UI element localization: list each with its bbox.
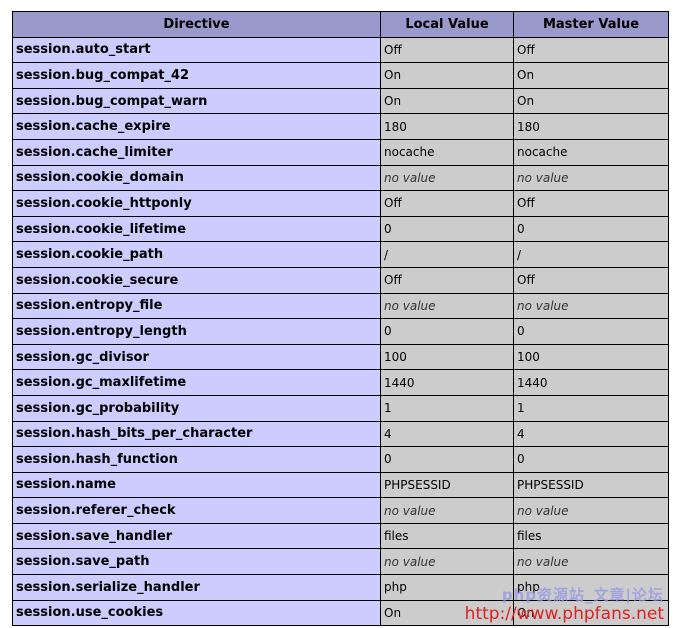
directive-name-cell: session.gc_probability	[12, 394, 381, 422]
phpinfo-session-section: Directive Local Value Master Value sessi…	[12, 11, 669, 627]
local-value-cell: 180	[380, 113, 514, 140]
table-row: session.cookie_lifetime 0 0	[12, 215, 669, 243]
table-row: session.cache_limiter nocache nocache	[12, 138, 669, 166]
local-value-cell: no value	[380, 548, 514, 576]
local-value-cell: On	[380, 87, 514, 115]
directive-name-cell: session.auto_start	[12, 36, 381, 64]
table-row: session.entropy_length 0 0	[12, 318, 669, 345]
master-value-cell: no value	[513, 548, 669, 576]
table-row: session.hash_bits_per_character 4 4	[12, 420, 669, 448]
local-value-cell: Off	[380, 266, 514, 294]
master-value-cell: On	[513, 87, 669, 115]
master-value-cell: 180	[513, 113, 669, 140]
master-value-cell: 1	[513, 394, 669, 422]
master-value-cell: 0	[513, 446, 669, 473]
local-value-cell: 0	[380, 215, 514, 243]
directive-name-cell: session.cookie_lifetime	[12, 215, 381, 243]
table-row: session.bug_compat_warn On On	[12, 87, 669, 115]
directive-name-cell: session.referer_check	[12, 497, 381, 524]
directive-name-cell: session.cache_expire	[12, 113, 381, 140]
directive-name-cell: session.hash_bits_per_character	[12, 420, 381, 448]
local-value-cell: Off	[380, 190, 514, 217]
header-directive: Directive	[12, 11, 381, 38]
table-row: session.save_handler files files	[12, 522, 669, 550]
table-row: session.serialize_handler php php	[12, 574, 669, 601]
directive-name-cell: session.cookie_httponly	[12, 190, 381, 217]
master-value-cell: 0	[513, 215, 669, 243]
table-row: session.auto_start Off Off	[12, 36, 669, 64]
table-row: session.name PHPSESSID PHPSESSID	[12, 471, 669, 499]
directive-name-cell: session.name	[12, 471, 381, 499]
master-value-cell: PHPSESSID	[513, 471, 669, 499]
master-value-cell: On	[513, 62, 669, 89]
table-row: session.cookie_path / /	[12, 241, 669, 268]
table-row: session.entropy_file no value no value	[12, 292, 669, 320]
directive-name-cell: session.cache_limiter	[12, 138, 381, 166]
directive-name-cell: session.save_handler	[12, 522, 381, 550]
table-row: session.cookie_secure Off Off	[12, 266, 669, 294]
directive-name-cell: session.cookie_path	[12, 241, 381, 268]
master-value-cell: On	[513, 599, 669, 627]
directive-name-cell: session.save_path	[12, 548, 381, 576]
local-value-cell: no value	[380, 164, 514, 192]
local-value-cell: no value	[380, 292, 514, 320]
table-body: session.auto_start Off Off session.bug_comp…	[12, 36, 669, 627]
table-row: session.cookie_httponly Off Off	[12, 190, 669, 217]
table-row: session.gc_probability 1 1	[12, 394, 669, 422]
session-directives-table: Directive Local Value Master Value sessi…	[12, 11, 669, 627]
directive-name-cell: session.entropy_length	[12, 318, 381, 345]
directive-name-cell: session.cookie_secure	[12, 266, 381, 294]
directive-name-cell: session.use_cookies	[12, 599, 381, 627]
master-value-cell: Off	[513, 190, 669, 217]
table-row: session.cookie_domain no value no value	[12, 164, 669, 192]
master-value-cell: 0	[513, 318, 669, 345]
table-row: session.gc_maxlifetime 1440 1440	[12, 369, 669, 396]
master-value-cell: Off	[513, 266, 669, 294]
master-value-cell: 100	[513, 343, 669, 371]
local-value-cell: /	[380, 241, 514, 268]
directive-name-cell: session.bug_compat_42	[12, 62, 381, 89]
master-value-cell: files	[513, 522, 669, 550]
table-row: session.bug_compat_42 On On	[12, 62, 669, 89]
table-row: session.hash_function 0 0	[12, 446, 669, 473]
table-row: session.use_cookies On On	[12, 599, 669, 627]
directive-name-cell: session.hash_function	[12, 446, 381, 473]
local-value-cell: php	[380, 574, 514, 601]
local-value-cell: On	[380, 62, 514, 89]
local-value-cell: files	[380, 522, 514, 550]
local-value-cell: On	[380, 599, 514, 627]
master-value-cell: Off	[513, 36, 669, 64]
master-value-cell: 1440	[513, 369, 669, 396]
local-value-cell: PHPSESSID	[380, 471, 514, 499]
directive-name-cell: session.gc_maxlifetime	[12, 369, 381, 396]
directive-name-cell: session.entropy_file	[12, 292, 381, 320]
directive-name-cell: session.bug_compat_warn	[12, 87, 381, 115]
master-value-cell: nocache	[513, 138, 669, 166]
local-value-cell: Off	[380, 36, 514, 64]
directive-name-cell: session.serialize_handler	[12, 574, 381, 601]
local-value-cell: 0	[380, 318, 514, 345]
master-value-cell: 4	[513, 420, 669, 448]
directive-name-cell: session.gc_divisor	[12, 343, 381, 371]
header-local-value: Local Value	[380, 11, 514, 38]
local-value-cell: 100	[380, 343, 514, 371]
directive-name-cell: session.cookie_domain	[12, 164, 381, 192]
local-value-cell: no value	[380, 497, 514, 524]
master-value-cell: no value	[513, 497, 669, 524]
master-value-cell: no value	[513, 292, 669, 320]
local-value-cell: 0	[380, 446, 514, 473]
master-value-cell: /	[513, 241, 669, 268]
local-value-cell: nocache	[380, 138, 514, 166]
local-value-cell: 1440	[380, 369, 514, 396]
table-row: session.gc_divisor 100 100	[12, 343, 669, 371]
table-header-row: Directive Local Value Master Value	[12, 11, 669, 38]
local-value-cell: 1	[380, 394, 514, 422]
table-row: session.save_path no value no value	[12, 548, 669, 576]
master-value-cell: php	[513, 574, 669, 601]
master-value-cell: no value	[513, 164, 669, 192]
table-row: session.referer_check no value no value	[12, 497, 669, 524]
header-master-value: Master Value	[513, 11, 669, 38]
table-row: session.cache_expire 180 180	[12, 113, 669, 140]
local-value-cell: 4	[380, 420, 514, 448]
